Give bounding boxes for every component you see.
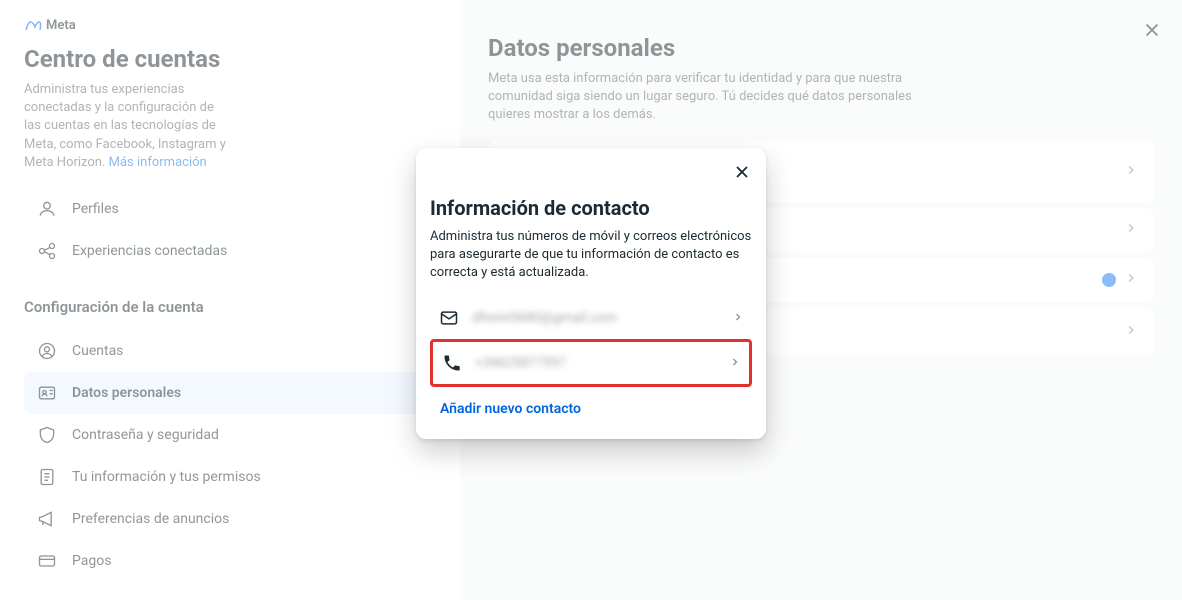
add-contact-button[interactable]: Añadir nuevo contacto bbox=[430, 387, 752, 421]
chevron-right-icon bbox=[732, 308, 744, 327]
contact-email-value: dfreire5680@gmail.com bbox=[472, 310, 720, 326]
modal-close-button[interactable] bbox=[732, 162, 752, 186]
contact-row-phone[interactable]: +34625877597 bbox=[430, 339, 752, 387]
contact-info-modal: Información de contacto Administra tus n… bbox=[416, 148, 766, 439]
phone-icon bbox=[441, 352, 463, 374]
modal-title: Información de contacto bbox=[430, 196, 752, 220]
mail-icon bbox=[438, 307, 460, 329]
contact-phone-value: +34625877597 bbox=[475, 355, 717, 371]
modal-description: Administra tus números de móvil y correo… bbox=[430, 228, 752, 283]
contact-row-email[interactable]: dfreire5680@gmail.com bbox=[430, 297, 752, 339]
chevron-right-icon bbox=[729, 353, 741, 372]
